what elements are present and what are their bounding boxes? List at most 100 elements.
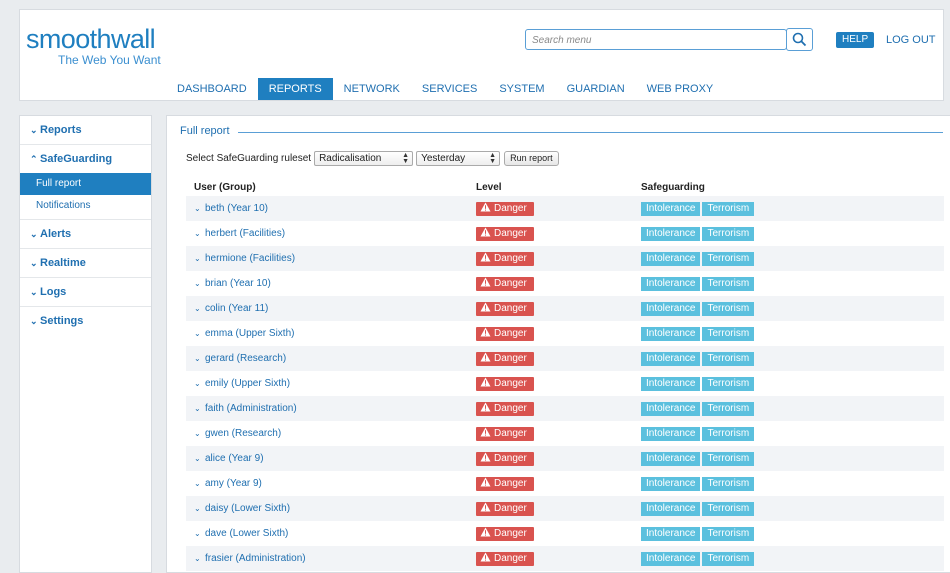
table-row[interactable]: ⌄ amy (Year 9) Danger Intolerance Terrorism <box>186 471 944 496</box>
safeguarding-tag-terrorism[interactable]: Terrorism <box>702 226 755 241</box>
safeguarding-tag-terrorism[interactable]: Terrorism <box>702 551 755 566</box>
safeguarding-tag-intolerance[interactable]: Intolerance <box>641 451 701 466</box>
danger-badge: Danger <box>476 551 534 566</box>
sidebar-item-settings[interactable]: ⌄ Settings <box>20 307 151 335</box>
nav-tab-dashboard[interactable]: DASHBOARD <box>166 78 258 100</box>
search-button[interactable] <box>786 28 813 51</box>
run-report-button[interactable]: Run report <box>504 150 559 166</box>
safeguarding-tag-intolerance[interactable]: Intolerance <box>641 201 701 216</box>
user-name: alice (Year 9) <box>205 453 264 464</box>
user-cell: ⌄ emma (Upper Sixth) <box>186 321 476 346</box>
column-header-user[interactable]: User (Group) <box>186 178 476 196</box>
user-expand-link[interactable]: ⌄ gerard (Research) <box>194 353 286 364</box>
user-cell: ⌄ brian (Year 10) <box>186 271 476 296</box>
table-row[interactable]: ⌄ gerard (Research) Danger Intolerance Terro… <box>186 346 944 371</box>
chevron-down-icon: ⌄ <box>194 229 201 238</box>
table-row[interactable]: ⌄ emily (Upper Sixth) Danger Intolerance Ter… <box>186 371 944 396</box>
nav-tab-reports[interactable]: REPORTS <box>257 78 333 100</box>
user-expand-link[interactable]: ⌄ colin (Year 11) <box>194 303 268 314</box>
safeguarding-tag-terrorism[interactable]: Terrorism <box>702 251 755 266</box>
user-expand-link[interactable]: ⌄ hermione (Facilities) <box>194 253 295 264</box>
sidebar-item-label: Logs <box>40 286 67 298</box>
level-label: Danger <box>494 452 527 464</box>
safeguarding-tag-intolerance[interactable]: Intolerance <box>641 401 701 416</box>
sidebar-subitem-full-report[interactable]: Full report <box>20 173 151 195</box>
table-row[interactable]: ⌄ faith (Administration) Danger Intolerance… <box>186 396 944 421</box>
safeguarding-tag-terrorism[interactable]: Terrorism <box>702 351 755 366</box>
nav-tab-web-proxy[interactable]: WEB PROXY <box>636 78 725 100</box>
chevron-down-icon: ⌄ <box>194 354 201 363</box>
table-row[interactable]: ⌄ daisy (Lower Sixth) Danger Intolerance Ter… <box>186 496 944 521</box>
column-header-level[interactable]: Level <box>476 178 641 196</box>
safeguarding-tag-intolerance[interactable]: Intolerance <box>641 226 701 241</box>
table-row[interactable]: ⌄ frasier (Administration) Danger Intoleran… <box>186 546 944 571</box>
search-input[interactable] <box>526 31 788 50</box>
sidebar-item-reports[interactable]: ⌄ Reports <box>20 116 151 145</box>
column-header-safeguarding[interactable]: Safeguarding <box>641 178 944 196</box>
safeguarding-tag-intolerance[interactable]: Intolerance <box>641 276 701 291</box>
safeguarding-tag-terrorism[interactable]: Terrorism <box>702 501 755 516</box>
table-row[interactable]: ⌄ beth (Year 10) Danger Intolerance Terroris… <box>186 196 944 221</box>
period-select[interactable]: Yesterday ▲ ▼ <box>416 150 501 166</box>
nav-tab-guardian[interactable]: GUARDIAN <box>556 78 636 100</box>
safeguarding-tag-terrorism[interactable]: Terrorism <box>702 301 755 316</box>
user-expand-link[interactable]: ⌄ amy (Year 9) <box>194 478 262 489</box>
table-row[interactable]: ⌄ dave (Lower Sixth) Danger Intolerance Terr… <box>186 521 944 546</box>
user-expand-link[interactable]: ⌄ gwen (Research) <box>194 428 281 439</box>
sidebar-item-safeguarding[interactable]: ⌃ SafeGuarding <box>20 145 151 173</box>
sidebar-item-realtime[interactable]: ⌄ Realtime <box>20 249 151 278</box>
user-expand-link[interactable]: ⌄ emily (Upper Sixth) <box>194 378 290 389</box>
safeguarding-tag-terrorism[interactable]: Terrorism <box>702 326 755 341</box>
sidebar-item-alerts[interactable]: ⌄ Alerts <box>20 220 151 249</box>
safeguarding-tag-intolerance[interactable]: Intolerance <box>641 501 701 516</box>
safeguarding-tag-intolerance[interactable]: Intolerance <box>641 326 701 341</box>
user-expand-link[interactable]: ⌄ dave (Lower Sixth) <box>194 528 288 539</box>
chevron-down-icon: ⌄ <box>194 254 201 263</box>
nav-tab-system[interactable]: SYSTEM <box>488 78 555 100</box>
table-row[interactable]: ⌄ gwen (Research) Danger Intolerance Terrori… <box>186 421 944 446</box>
safeguarding-tag-terrorism[interactable]: Terrorism <box>702 476 755 491</box>
safeguarding-tag-terrorism[interactable]: Terrorism <box>702 376 755 391</box>
safeguarding-tag-terrorism[interactable]: Terrorism <box>702 401 755 416</box>
nav-tab-services[interactable]: SERVICES <box>411 78 488 100</box>
safeguarding-tag-intolerance[interactable]: Intolerance <box>641 476 701 491</box>
logout-link[interactable]: LOG OUT <box>886 32 936 48</box>
table-row[interactable]: ⌄ hermione (Facilities) Danger Intolerance T… <box>186 246 944 271</box>
user-expand-link[interactable]: ⌄ beth (Year 10) <box>194 203 268 214</box>
sidebar-item-logs[interactable]: ⌄ Logs <box>20 278 151 307</box>
table-row[interactable]: ⌄ colin (Year 11) Danger Intolerance Terrori… <box>186 296 944 321</box>
safeguarding-tag-terrorism[interactable]: Terrorism <box>702 526 755 541</box>
table-row[interactable]: ⌄ brian (Year 10) Danger Intolerance Terrori… <box>186 271 944 296</box>
logo[interactable]: smoothwall <box>26 26 156 53</box>
safeguarding-tag-intolerance[interactable]: Intolerance <box>641 551 701 566</box>
user-expand-link[interactable]: ⌄ brian (Year 10) <box>194 278 271 289</box>
table-row[interactable]: ⌄ herbert (Facilities) Danger Intolerance Te… <box>186 221 944 246</box>
user-expand-link[interactable]: ⌄ faith (Administration) <box>194 403 297 414</box>
safeguarding-tag-intolerance[interactable]: Intolerance <box>641 251 701 266</box>
user-expand-link[interactable]: ⌄ alice (Year 9) <box>194 453 264 464</box>
safeguarding-tag-terrorism[interactable]: Terrorism <box>702 276 755 291</box>
ruleset-select[interactable]: Radicalisation ▲ ▼ <box>314 150 414 166</box>
safeguarding-tag-intolerance[interactable]: Intolerance <box>641 301 701 316</box>
user-expand-link[interactable]: ⌄ frasier (Administration) <box>194 553 306 564</box>
sidebar-subitem-notifications[interactable]: Notifications <box>20 195 151 217</box>
help-button[interactable]: HELP <box>836 32 875 48</box>
table-row[interactable]: ⌄ emma (Upper Sixth) Danger Intolerance Terr… <box>186 321 944 346</box>
safeguarding-tag-terrorism[interactable]: Terrorism <box>702 426 755 441</box>
warning-icon <box>480 352 491 361</box>
safeguarding-tag-intolerance[interactable]: Intolerance <box>641 426 701 441</box>
table-row[interactable]: ⌄ alice (Year 9) Danger Intolerance Terroris… <box>186 446 944 471</box>
safeguarding-tag-terrorism[interactable]: Terrorism <box>702 201 755 216</box>
chevron-down-icon: ⌄ <box>194 279 201 288</box>
nav-tab-network[interactable]: NETWORK <box>333 78 411 100</box>
user-expand-link[interactable]: ⌄ herbert (Facilities) <box>194 228 285 239</box>
safeguarding-tag-terrorism[interactable]: Terrorism <box>702 451 755 466</box>
safeguarding-cell: Intolerance Terrorism <box>641 546 944 571</box>
safeguarding-tag-intolerance[interactable]: Intolerance <box>641 376 701 391</box>
user-name: amy (Year 9) <box>205 478 262 489</box>
safeguarding-tag-intolerance[interactable]: Intolerance <box>641 526 701 541</box>
user-expand-link[interactable]: ⌄ emma (Upper Sixth) <box>194 328 294 339</box>
user-expand-link[interactable]: ⌄ daisy (Lower Sixth) <box>194 503 290 514</box>
safeguarding-tag-intolerance[interactable]: Intolerance <box>641 351 701 366</box>
level-cell: Danger <box>476 321 641 346</box>
